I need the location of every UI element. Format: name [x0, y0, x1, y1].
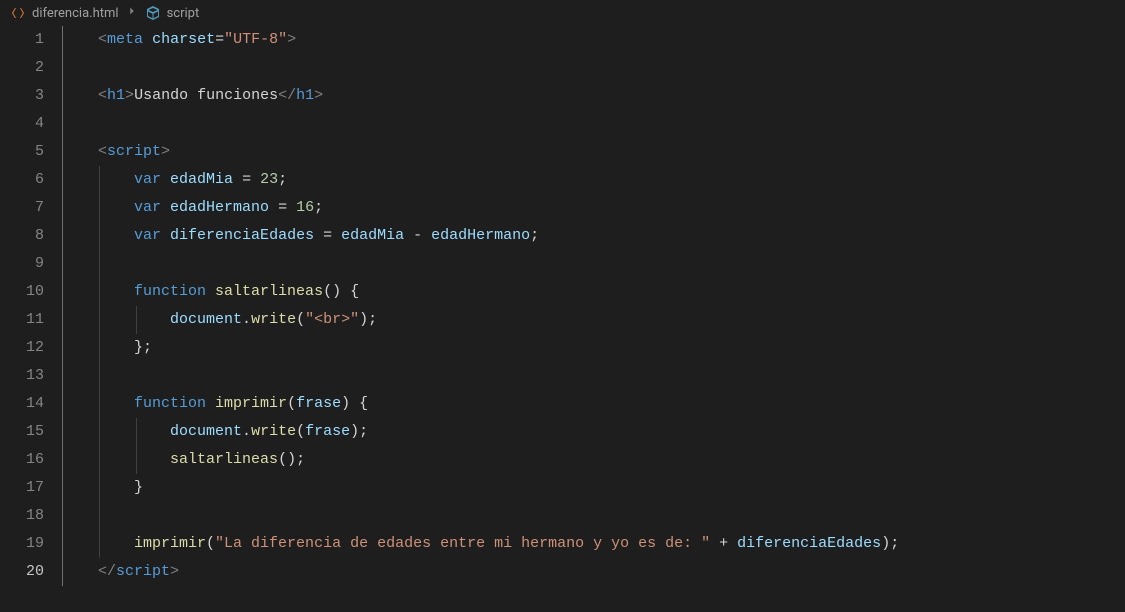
chevron-right-icon	[125, 4, 139, 22]
line-number: 18	[0, 502, 44, 530]
line-number: 16	[0, 446, 44, 474]
line-number: 17	[0, 474, 44, 502]
code-line[interactable]: saltarlineas();	[62, 446, 1125, 474]
code-line[interactable]: var edadHermano = 16;	[62, 194, 1125, 222]
line-number: 14	[0, 390, 44, 418]
breadcrumb[interactable]: diferencia.html script	[0, 0, 1125, 26]
line-number: 1	[0, 26, 44, 54]
line-number: 10	[0, 278, 44, 306]
line-number: 8	[0, 222, 44, 250]
line-number: 5	[0, 138, 44, 166]
line-number: 3	[0, 82, 44, 110]
code-line[interactable]: function imprimir(frase) {	[62, 390, 1125, 418]
line-number: 9	[0, 250, 44, 278]
code-area[interactable]: <meta charset="UTF-8"> <h1>Usando funcio…	[62, 26, 1125, 612]
line-number: 11	[0, 306, 44, 334]
code-line[interactable]: <meta charset="UTF-8">	[62, 26, 1125, 54]
code-line[interactable]: document.write("<br>");	[62, 306, 1125, 334]
code-line[interactable]: </script>	[62, 558, 1125, 586]
line-number: 12	[0, 334, 44, 362]
code-line[interactable]	[62, 362, 1125, 390]
breadcrumb-symbol[interactable]: script	[167, 6, 200, 21]
line-number: 6	[0, 166, 44, 194]
code-editor[interactable]: 1234567891011121314151617181920 <meta ch…	[0, 26, 1125, 612]
line-number: 4	[0, 110, 44, 138]
line-number: 13	[0, 362, 44, 390]
code-line[interactable]: var diferenciaEdades = edadMia - edadHer…	[62, 222, 1125, 250]
code-line[interactable]	[62, 110, 1125, 138]
code-line[interactable]: <h1>Usando funciones</h1>	[62, 82, 1125, 110]
symbol-module-icon	[145, 5, 161, 21]
code-line[interactable]: }	[62, 474, 1125, 502]
code-line[interactable]: document.write(frase);	[62, 418, 1125, 446]
line-number-gutter: 1234567891011121314151617181920	[0, 26, 62, 612]
code-line[interactable]: imprimir("La diferencia de edades entre …	[62, 530, 1125, 558]
code-line[interactable]: <script>	[62, 138, 1125, 166]
line-number: 2	[0, 54, 44, 82]
code-line[interactable]: };	[62, 334, 1125, 362]
line-number: 20	[0, 558, 44, 586]
code-line[interactable]	[62, 54, 1125, 82]
code-line[interactable]: function saltarlineas() {	[62, 278, 1125, 306]
code-line[interactable]	[62, 250, 1125, 278]
line-number: 19	[0, 530, 44, 558]
line-number: 15	[0, 418, 44, 446]
line-number: 7	[0, 194, 44, 222]
file-code-icon	[10, 5, 26, 21]
breadcrumb-file[interactable]: diferencia.html	[32, 6, 119, 21]
code-line[interactable]	[62, 502, 1125, 530]
code-line[interactable]: var edadMia = 23;	[62, 166, 1125, 194]
